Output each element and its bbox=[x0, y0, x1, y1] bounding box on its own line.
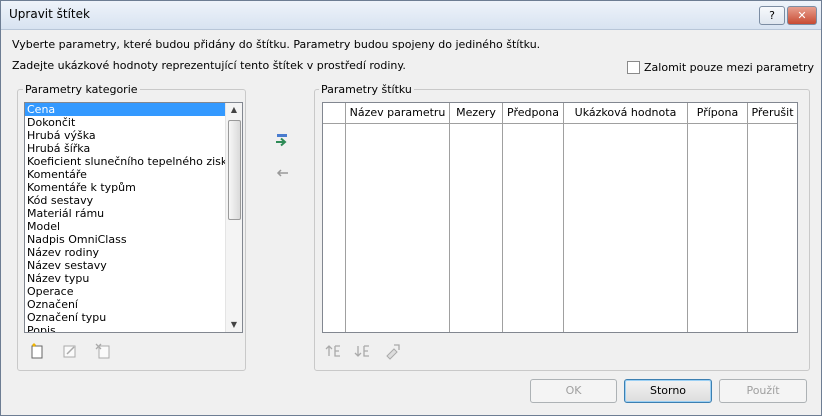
category-list-item[interactable]: Označení typu bbox=[25, 311, 242, 324]
remove-from-label-arrow-icon[interactable] bbox=[273, 164, 291, 182]
category-list-item[interactable]: Operace bbox=[25, 285, 242, 298]
category-list-item[interactable]: Název sestavy bbox=[25, 259, 242, 272]
column-sample-value bbox=[564, 103, 688, 332]
add-to-label-arrow-icon[interactable] bbox=[273, 131, 291, 149]
label-parameters-table[interactable]: Název parametru Mezery Předpona Ukázková… bbox=[322, 102, 798, 333]
category-list-item[interactable]: Komentáře bbox=[25, 168, 242, 181]
header-parameter-name[interactable]: Název parametru bbox=[346, 103, 449, 124]
instruction-line-1: Vyberte parametry, které budou přidány d… bbox=[12, 38, 541, 51]
category-list-item[interactable]: Nadpis OmniClass bbox=[25, 233, 242, 246]
header-prefix[interactable]: Předpona bbox=[503, 103, 563, 124]
edit-parameter-icon[interactable] bbox=[61, 342, 79, 360]
category-list-item[interactable]: Koeficient slunečního tepelného zisku bbox=[25, 155, 242, 168]
category-list-item[interactable]: Popis bbox=[25, 324, 242, 332]
scroll-up-arrow-icon[interactable]: ▲ bbox=[226, 103, 242, 117]
edit-label-dialog: Upravit štítek ? ✕ Vyberte parametry, kt… bbox=[0, 0, 822, 416]
category-list-item[interactable]: Kód sestavy bbox=[25, 194, 242, 207]
move-up-icon[interactable] bbox=[324, 342, 342, 360]
ok-button[interactable]: OK bbox=[530, 379, 617, 403]
new-parameter-icon[interactable] bbox=[28, 342, 46, 360]
header-sample-value[interactable]: Ukázková hodnota bbox=[564, 103, 687, 124]
row-header-column bbox=[323, 103, 346, 332]
column-suffix bbox=[688, 103, 748, 332]
help-button[interactable]: ? bbox=[759, 6, 785, 25]
wrap-between-params-checkbox[interactable] bbox=[627, 61, 640, 74]
delete-parameter-icon[interactable] bbox=[94, 342, 112, 360]
title-bar[interactable]: Upravit štítek ? ✕ bbox=[1, 1, 821, 30]
category-list-item[interactable]: Označení bbox=[25, 298, 242, 311]
column-parameter-name bbox=[346, 103, 450, 332]
corner-header-cell bbox=[323, 103, 346, 124]
column-spaces bbox=[450, 103, 503, 332]
category-list-item[interactable]: Model bbox=[25, 220, 242, 233]
category-list-item[interactable]: Hrubá šířka bbox=[25, 142, 242, 155]
category-list-item[interactable]: Cena bbox=[25, 103, 242, 116]
category-list-item[interactable]: Název typu bbox=[25, 272, 242, 285]
header-suffix[interactable]: Přípona bbox=[688, 103, 747, 124]
cancel-button[interactable]: Storno bbox=[624, 379, 712, 403]
wrap-between-params-label[interactable]: Zalomit pouze mezi parametry bbox=[644, 61, 814, 74]
header-spaces[interactable]: Mezery bbox=[450, 103, 502, 124]
header-break[interactable]: Přerušit bbox=[748, 103, 797, 124]
category-list-item[interactable]: Komentáře k typům bbox=[25, 181, 242, 194]
instruction-line-2: Zadejte ukázkové hodnoty reprezentující … bbox=[12, 59, 406, 72]
category-list-scrollbar[interactable]: ▲ ▼ bbox=[225, 103, 242, 332]
move-down-icon[interactable] bbox=[353, 342, 371, 360]
format-parameters-icon[interactable] bbox=[384, 342, 402, 360]
category-list-item[interactable]: Dokončit bbox=[25, 116, 242, 129]
close-button[interactable]: ✕ bbox=[787, 6, 817, 25]
category-parameters-legend: Parametry kategorie bbox=[23, 83, 140, 96]
category-list-item[interactable]: Materiál rámu bbox=[25, 207, 242, 220]
column-prefix bbox=[503, 103, 564, 332]
scroll-thumb[interactable] bbox=[228, 120, 241, 220]
scroll-down-arrow-icon[interactable]: ▼ bbox=[226, 318, 242, 332]
category-list-item[interactable]: Hrubá výška bbox=[25, 129, 242, 142]
label-parameters-legend: Parametry štítku bbox=[319, 83, 414, 96]
dialog-title: Upravit štítek bbox=[9, 7, 90, 21]
apply-button[interactable]: Použít bbox=[719, 379, 807, 403]
category-parameters-list[interactable]: Cena Dokončit Hrubá výška Hrubá šířka Koefic… bbox=[24, 102, 243, 333]
category-list-item[interactable]: Název rodiny bbox=[25, 246, 242, 259]
